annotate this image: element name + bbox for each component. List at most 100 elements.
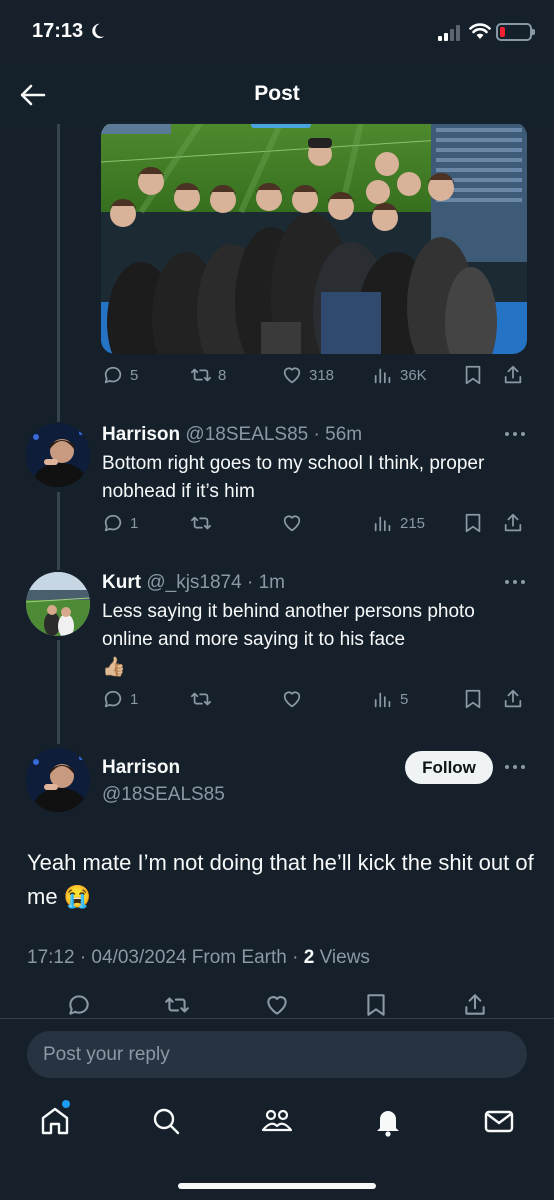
views-count: 215 (400, 514, 426, 532)
status-time: 17:13 (32, 20, 84, 42)
battery-icon (496, 23, 535, 41)
share-icon (504, 513, 522, 532)
like-button[interactable] (281, 688, 303, 710)
communities-icon[interactable] (260, 1104, 294, 1138)
views-button[interactable]: 36K (372, 364, 427, 386)
share-icon (504, 365, 522, 384)
crying-emoji: 😭 (63, 884, 92, 909)
avatar-image (26, 748, 90, 812)
repost-button[interactable] (164, 992, 190, 1018)
share-button[interactable] (502, 512, 524, 534)
post-text-content: Yeah mate I’m not doing that he’ll kick … (27, 850, 534, 909)
more-icon[interactable] (504, 430, 526, 438)
heart-icon (283, 691, 301, 708)
views-icon (374, 368, 391, 384)
focused-post-actions (0, 992, 554, 1018)
divider (0, 1018, 554, 1019)
more-icon[interactable] (504, 763, 526, 771)
share-icon (465, 994, 485, 1015)
views-icon (374, 516, 391, 532)
post-header: Post (0, 64, 554, 124)
status-bar: 17:13 (0, 0, 554, 64)
views-count: 2 (303, 947, 315, 968)
like-button[interactable] (281, 512, 303, 534)
heart-icon (267, 996, 287, 1015)
repost-button[interactable]: 8 (190, 364, 226, 386)
repost-count: 8 (218, 366, 227, 384)
repost-button[interactable] (190, 512, 212, 534)
bookmark-icon (465, 365, 481, 385)
avatar-image (26, 423, 90, 487)
avatar[interactable] (26, 748, 90, 812)
bookmark-button[interactable] (462, 688, 484, 710)
like-count: 318 (309, 366, 335, 384)
bookmark-icon (465, 689, 481, 709)
reply-icon (104, 366, 122, 384)
reply-button[interactable] (66, 992, 92, 1018)
share-button[interactable] (462, 992, 488, 1018)
repost-icon (190, 516, 212, 530)
unread-indicator (62, 1100, 70, 1108)
messages-icon[interactable] (482, 1104, 516, 1138)
views-count: 36K (400, 366, 427, 384)
reply-button[interactable]: 1 (102, 512, 138, 534)
author-name[interactable]: Kurt (102, 572, 141, 593)
reply-count: 1 (130, 514, 139, 532)
reply-text: Less saying it behind another persons ph… (102, 598, 522, 682)
author-handle: @18SEALS85 (185, 424, 309, 445)
reply-input[interactable]: Post your reply (27, 1031, 527, 1078)
share-button[interactable] (502, 688, 524, 710)
reply-icon (104, 690, 122, 708)
reply-actions: 1 215 (0, 512, 554, 542)
bookmark-icon (465, 513, 481, 533)
search-icon[interactable] (149, 1104, 183, 1138)
reply-actions: 1 5 (0, 688, 554, 718)
views-icon (374, 692, 391, 708)
views-button[interactable]: 215 (372, 512, 425, 534)
bookmark-button[interactable] (462, 364, 484, 386)
share-button[interactable] (502, 364, 524, 386)
home-icon[interactable] (38, 1104, 72, 1138)
views-count: 5 (400, 690, 409, 708)
bookmark-icon (367, 994, 385, 1016)
like-button[interactable]: 318 (281, 364, 334, 386)
avatar[interactable] (26, 572, 90, 636)
author-name[interactable]: Harrison (102, 757, 180, 778)
page-title: Post (254, 82, 300, 105)
repost-button[interactable] (190, 688, 212, 710)
focused-author-name: Harrison (102, 757, 180, 779)
avatar-image (26, 572, 90, 636)
post-timestamp: 17:12 · 04/03/2024 From Earth · (27, 947, 304, 968)
author-name[interactable]: Harrison (102, 424, 180, 445)
repost-icon (190, 368, 212, 382)
notifications-icon[interactable] (371, 1104, 405, 1138)
heart-icon (283, 515, 301, 532)
post-time: · 1m (246, 572, 285, 593)
avatar[interactable] (26, 423, 90, 487)
reply-icon (69, 995, 89, 1015)
moon-icon (92, 23, 105, 39)
reply-count: 5 (130, 366, 139, 384)
like-button[interactable] (264, 992, 290, 1018)
bookmark-button[interactable] (462, 512, 484, 534)
author-handle: @_kjs1874 (146, 572, 242, 593)
reply-button[interactable]: 5 (102, 364, 138, 386)
post-photo[interactable] (101, 122, 527, 354)
focused-author-handle: @18SEALS85 (102, 784, 225, 806)
reply-author-line: Kurt @_kjs1874 · 1m (102, 572, 285, 594)
reply-icon (104, 514, 122, 532)
repost-icon (190, 692, 212, 706)
more-icon[interactable] (504, 578, 526, 586)
post-meta: 17:12 · 04/03/2024 From Earth · 2 Views (27, 947, 370, 969)
follow-button[interactable]: Follow (405, 751, 493, 784)
heart-icon (283, 367, 301, 384)
wifi-icon (469, 23, 491, 39)
reply-button[interactable]: 1 (102, 688, 138, 710)
home-indicator[interactable] (178, 1183, 376, 1189)
repost-icon (165, 997, 189, 1013)
bookmark-button[interactable] (363, 992, 389, 1018)
reply-author-line: Harrison @18SEALS85 · 56m (102, 424, 362, 446)
views-button[interactable]: 5 (372, 688, 408, 710)
post-time: · 56m (313, 424, 363, 445)
thumbs-up-emoji: 👍🏼 (102, 657, 126, 678)
